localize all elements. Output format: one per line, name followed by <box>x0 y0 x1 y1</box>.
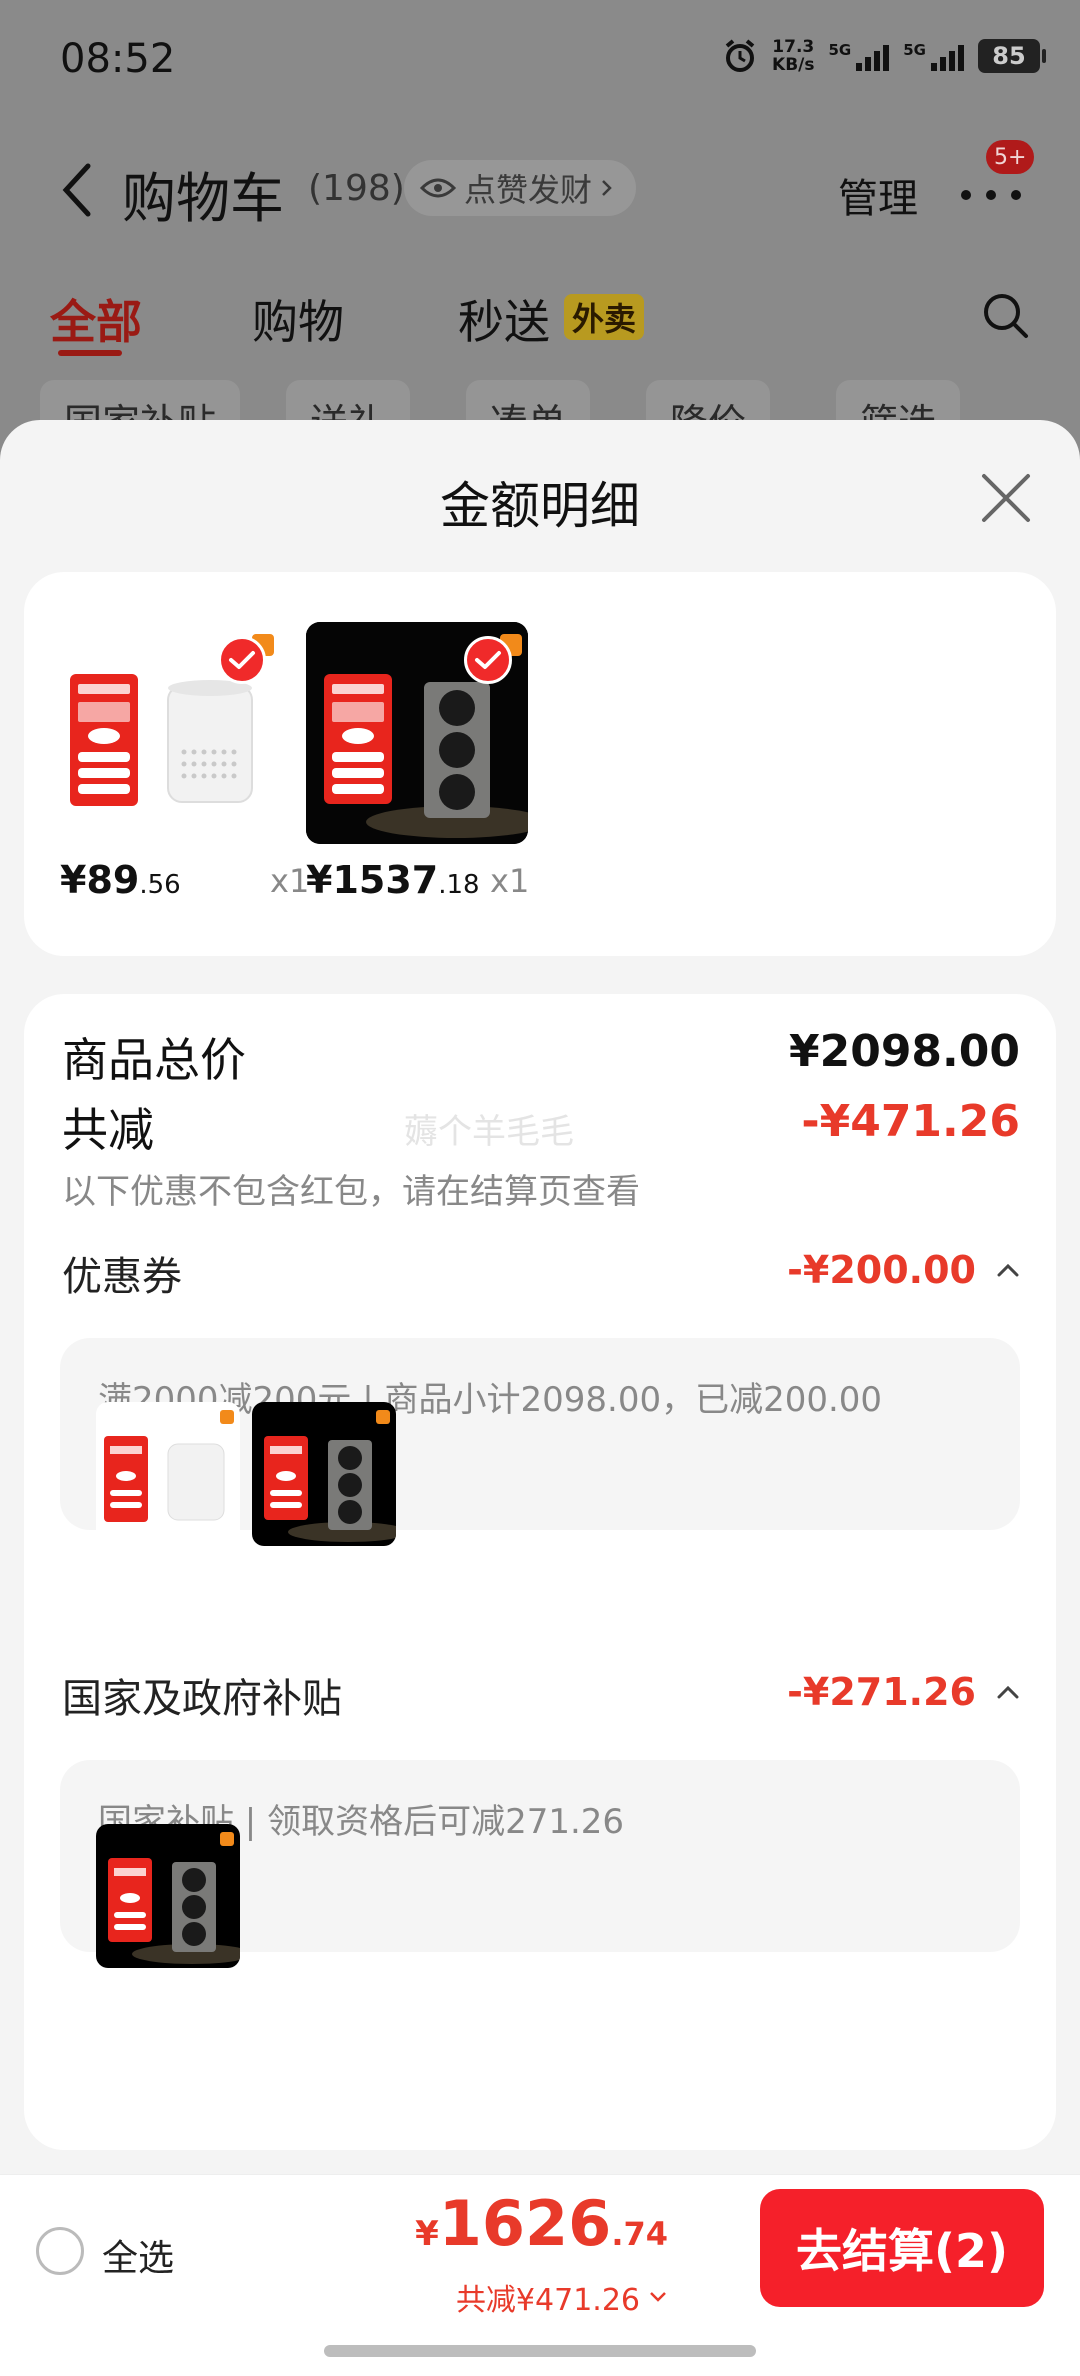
product-quantity: x1 <box>490 862 530 900</box>
more-icon[interactable] <box>958 180 1024 210</box>
chevron-right-icon <box>602 180 612 196</box>
goods-total-value: ¥2098.00 <box>788 1026 1020 1077</box>
discount-note: 以下优惠不包含红包，请在结算页查看 <box>62 1172 640 1212</box>
price-integer: ¥1537 <box>306 858 439 902</box>
amount-detail-card: 商品总价 ¥2098.00 薅个羊毛毛 共减 -¥471.26 以下优惠不包含红… <box>24 994 1056 2150</box>
subsidy-value: -¥271.26 <box>787 1670 976 1714</box>
subsidy-product-thumb <box>96 1824 240 1968</box>
checkout-button[interactable]: 去结算(2) <box>760 2189 1044 2307</box>
sheet-title: 金额明细 <box>440 477 640 535</box>
cart-count: (198) <box>308 168 405 209</box>
tab-shopping[interactable]: 购物 <box>252 286 344 352</box>
status-icons: 17.3 KB/s 5G 5G 85 <box>722 38 1046 74</box>
signal-icon-2: 5G <box>903 41 964 71</box>
select-all-radio[interactable] <box>36 2227 84 2275</box>
total-price: ¥1626.74 <box>415 2187 668 2260</box>
product-quantity: x1 <box>270 862 310 900</box>
product-price: ¥1537.18 <box>306 858 480 902</box>
back-icon[interactable] <box>56 160 100 220</box>
coupon-product-thumb <box>252 1402 396 1546</box>
total-discount-toggle[interactable]: 共减¥471.26 <box>456 2275 668 2319</box>
chevron-up-icon[interactable] <box>994 1260 1022 1280</box>
amount-detail-sheet: 金额明细 ¥89.56 x1 ¥1537.18 x1 商品总价 ¥2098.00… <box>0 420 1080 2180</box>
net-speed-unit: KB/s <box>772 55 815 75</box>
like-label: 点赞发财 <box>464 171 593 209</box>
signal-icon: 5G <box>829 41 890 71</box>
close-icon[interactable] <box>978 470 1034 526</box>
discount-value: -¥471.26 <box>801 1096 1020 1147</box>
select-all-label[interactable]: 全选 <box>102 2229 174 2281</box>
currency-symbol: ¥ <box>415 2214 439 2254</box>
discount-label: 共减 <box>62 1103 154 1157</box>
price-decimal: .56 <box>139 870 181 900</box>
goods-total-label: 商品总价 <box>62 1033 246 1087</box>
checkout-bar: 全选 ¥1626.74 共减¥471.26 去结算(2) <box>0 2174 1080 2376</box>
page-title: 购物车 <box>122 167 284 230</box>
total-price-integer: 1626 <box>438 2187 612 2260</box>
net-speed-value: 17.3 <box>772 37 815 57</box>
background-page: 08:52 17.3 KB/s 5G 5G 85 购物车 (198) 点赞发财 … <box>0 0 1080 460</box>
chevron-down-icon <box>650 2292 666 2302</box>
coupon-label: 优惠券 <box>62 1254 182 1300</box>
tab-express[interactable]: 秒送 <box>458 286 550 352</box>
alarm-icon <box>725 39 755 72</box>
selected-check-icon[interactable] <box>218 636 266 684</box>
tab-all[interactable]: 全部 <box>50 286 142 352</box>
status-bar: 08:52 17.3 KB/s 5G 5G 85 <box>0 0 1080 120</box>
total-price-decimal: .74 <box>611 2215 668 2253</box>
net-speed: 17.3 KB/s <box>772 38 814 74</box>
tab-bar: 全部 购物 秒送 外卖 <box>0 280 1080 360</box>
tab-active-indicator <box>58 350 122 356</box>
subsidy-label: 国家及政府补贴 <box>62 1676 342 1722</box>
coupon-value: -¥200.00 <box>787 1248 976 1292</box>
home-indicator <box>324 2345 756 2357</box>
notify-badge: 5+ <box>986 140 1035 174</box>
sim2-label: 5G <box>903 41 926 59</box>
status-time: 08:52 <box>60 36 176 82</box>
chevron-up-icon[interactable] <box>994 1682 1022 1702</box>
price-decimal: .18 <box>438 870 480 900</box>
product-item[interactable]: ¥89.56 x1 <box>60 622 309 922</box>
total-discount-text: 共减¥471.26 <box>455 2283 640 2318</box>
takeout-badge: 外卖 <box>564 294 645 340</box>
products-card: ¥89.56 x1 ¥1537.18 x1 <box>24 572 1056 956</box>
search-icon[interactable] <box>980 290 1032 342</box>
coupon-product-thumb <box>96 1402 240 1546</box>
product-price: ¥89.56 <box>60 858 181 902</box>
sim1-label: 5G <box>828 41 852 59</box>
nav-bar: 购物车 (198) 点赞发财 管理 5+ <box>0 140 1080 250</box>
battery-icon: 85 <box>978 39 1046 73</box>
eye-icon <box>420 178 456 198</box>
product-item[interactable]: ¥1537.18 x1 <box>306 622 536 922</box>
like-button[interactable]: 点赞发财 <box>404 160 637 216</box>
price-integer: ¥89 <box>60 858 140 902</box>
watermark: 薅个羊毛毛 <box>404 1112 574 1152</box>
selected-check-icon[interactable] <box>464 636 512 684</box>
manage-button[interactable]: 管理 <box>838 166 918 224</box>
